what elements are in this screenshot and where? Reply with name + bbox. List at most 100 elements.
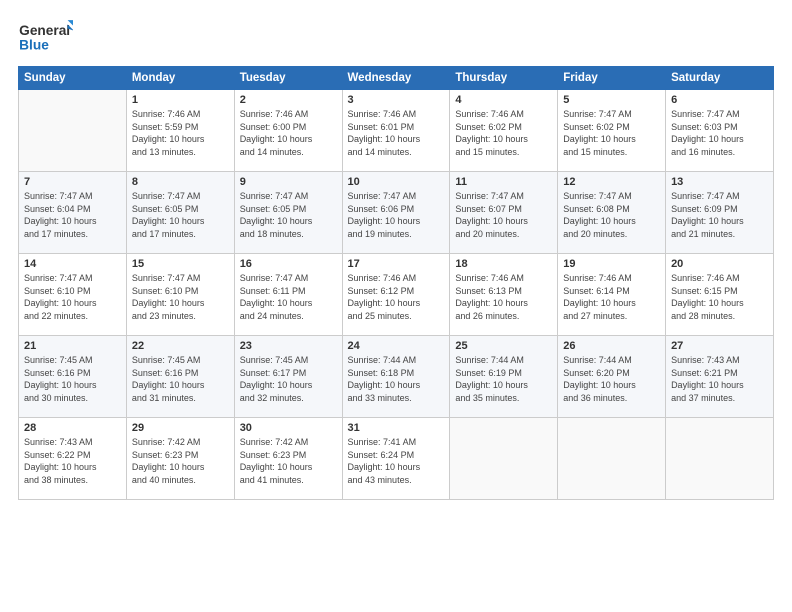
calendar-cell: 20 Sunrise: 7:46 AM Sunset: 6:15 PM Dayli… <box>666 254 774 336</box>
week-row-4: 21 Sunrise: 7:45 AM Sunset: 6:16 PM Dayli… <box>19 336 774 418</box>
day-info: Sunrise: 7:47 AM Sunset: 6:07 PM Dayligh… <box>455 190 552 240</box>
day-number: 1 <box>132 94 229 106</box>
day-number: 4 <box>455 94 552 106</box>
calendar-cell: 7 Sunrise: 7:47 AM Sunset: 6:04 PM Daylig… <box>19 172 127 254</box>
day-info: Sunrise: 7:46 AM Sunset: 6:02 PM Dayligh… <box>455 108 552 158</box>
header: General Blue <box>18 18 774 58</box>
svg-text:Blue: Blue <box>19 38 49 53</box>
calendar-cell: 5Sunrise: 7:47 AM Sunset: 6:02 PM Daylig… <box>558 90 666 172</box>
calendar-cell: 31Sunrise: 7:41 AM Sunset: 6:24 PM Dayli… <box>342 418 450 500</box>
day-number: 30 <box>240 422 337 434</box>
day-info: Sunrise: 7:44 AM Sunset: 6:20 PM Dayligh… <box>563 354 660 404</box>
day-info: Sunrise: 7:47 AM Sunset: 6:03 PM Dayligh… <box>671 108 768 158</box>
calendar-cell: 22 Sunrise: 7:45 AM Sunset: 6:16 PM Dayli… <box>126 336 234 418</box>
day-number: 19 <box>563 258 660 270</box>
day-info: Sunrise: 7:42 AM Sunset: 6:23 PM Dayligh… <box>132 436 229 486</box>
calendar-cell: 23 Sunrise: 7:45 AM Sunset: 6:17 PM Dayli… <box>234 336 342 418</box>
calendar-cell: 11 Sunrise: 7:47 AM Sunset: 6:07 PM Dayli… <box>450 172 558 254</box>
calendar-cell <box>19 90 127 172</box>
day-info: Sunrise: 7:47 AM Sunset: 6:02 PM Dayligh… <box>563 108 660 158</box>
day-number: 24 <box>348 340 445 352</box>
day-info: Sunrise: 7:47 AM Sunset: 6:05 PM Dayligh… <box>132 190 229 240</box>
day-header-saturday: Saturday <box>666 67 774 90</box>
calendar-cell: 24 Sunrise: 7:44 AM Sunset: 6:18 PM Dayli… <box>342 336 450 418</box>
calendar-cell <box>450 418 558 500</box>
day-number: 7 <box>24 176 121 188</box>
day-info: Sunrise: 7:45 AM Sunset: 6:17 PM Dayligh… <box>240 354 337 404</box>
day-info: Sunrise: 7:47 AM Sunset: 6:06 PM Dayligh… <box>348 190 445 240</box>
day-info: Sunrise: 7:47 AM Sunset: 6:08 PM Dayligh… <box>563 190 660 240</box>
week-row-5: 28 Sunrise: 7:43 AM Sunset: 6:22 PM Dayli… <box>19 418 774 500</box>
day-number: 6 <box>671 94 768 106</box>
calendar-cell: 15 Sunrise: 7:47 AM Sunset: 6:10 PM Dayli… <box>126 254 234 336</box>
calendar-cell: 16Sunrise: 7:47 AM Sunset: 6:11 PM Dayli… <box>234 254 342 336</box>
day-number: 3 <box>348 94 445 106</box>
day-info: Sunrise: 7:46 AM Sunset: 5:59 PM Dayligh… <box>132 108 229 158</box>
day-info: Sunrise: 7:46 AM Sunset: 6:13 PM Dayligh… <box>455 272 552 322</box>
calendar-cell <box>666 418 774 500</box>
day-number: 11 <box>455 176 552 188</box>
day-info: Sunrise: 7:47 AM Sunset: 6:10 PM Dayligh… <box>132 272 229 322</box>
day-info: Sunrise: 7:46 AM Sunset: 6:12 PM Dayligh… <box>348 272 445 322</box>
day-number: 14 <box>24 258 121 270</box>
calendar-cell: 30Sunrise: 7:42 AM Sunset: 6:23 PM Dayli… <box>234 418 342 500</box>
calendar-cell: 25 Sunrise: 7:44 AM Sunset: 6:19 PM Dayli… <box>450 336 558 418</box>
svg-text:General: General <box>19 23 70 38</box>
day-header-wednesday: Wednesday <box>342 67 450 90</box>
day-info: Sunrise: 7:46 AM Sunset: 6:00 PM Dayligh… <box>240 108 337 158</box>
day-info: Sunrise: 7:43 AM Sunset: 6:22 PM Dayligh… <box>24 436 121 486</box>
day-number: 15 <box>132 258 229 270</box>
logo-svg: General Blue <box>18 18 73 58</box>
calendar-cell: 8 Sunrise: 7:47 AM Sunset: 6:05 PM Daylig… <box>126 172 234 254</box>
calendar-cell <box>558 418 666 500</box>
calendar-cell: 17 Sunrise: 7:46 AM Sunset: 6:12 PM Dayli… <box>342 254 450 336</box>
week-row-2: 7 Sunrise: 7:47 AM Sunset: 6:04 PM Daylig… <box>19 172 774 254</box>
day-info: Sunrise: 7:47 AM Sunset: 6:04 PM Dayligh… <box>24 190 121 240</box>
calendar-cell: 21 Sunrise: 7:45 AM Sunset: 6:16 PM Dayli… <box>19 336 127 418</box>
calendar-cell: 14Sunrise: 7:47 AM Sunset: 6:10 PM Dayli… <box>19 254 127 336</box>
day-number: 29 <box>132 422 229 434</box>
day-number: 12 <box>563 176 660 188</box>
day-info: Sunrise: 7:43 AM Sunset: 6:21 PM Dayligh… <box>671 354 768 404</box>
day-number: 8 <box>132 176 229 188</box>
day-number: 10 <box>348 176 445 188</box>
calendar-cell: 27 Sunrise: 7:43 AM Sunset: 6:21 PM Dayli… <box>666 336 774 418</box>
week-row-3: 14 Sunrise: 7:47 AM Sunset: 6:10 PM Dayli… <box>19 254 774 336</box>
calendar: SundayMondayTuesdayWednesdayThursdayFrid… <box>18 66 774 500</box>
day-number: 27 <box>671 340 768 352</box>
day-info: Sunrise: 7:47 AM Sunset: 6:09 PM Dayligh… <box>671 190 768 240</box>
day-header-sunday: Sunday <box>19 67 127 90</box>
calendar-cell: 29 Sunrise: 7:42 AM Sunset: 6:23 PM Dayli… <box>126 418 234 500</box>
day-info: Sunrise: 7:47 AM Sunset: 6:05 PM Dayligh… <box>240 190 337 240</box>
header-row: SundayMondayTuesdayWednesdayThursdayFrid… <box>19 67 774 90</box>
page: General Blue SundayMondayTuesdayWednesda… <box>0 0 792 612</box>
day-info: Sunrise: 7:45 AM Sunset: 6:16 PM Dayligh… <box>24 354 121 404</box>
calendar-cell: 26 Sunrise: 7:44 AM Sunset: 6:20 PM Dayli… <box>558 336 666 418</box>
day-number: 13 <box>671 176 768 188</box>
day-number: 20 <box>671 258 768 270</box>
week-row-1: 1 Sunrise: 7:46 AM Sunset: 5:59 PM Daylig… <box>19 90 774 172</box>
calendar-cell: 12 Sunrise: 7:47 AM Sunset: 6:08 PM Dayli… <box>558 172 666 254</box>
day-number: 25 <box>455 340 552 352</box>
day-header-friday: Friday <box>558 67 666 90</box>
day-number: 31 <box>348 422 445 434</box>
day-number: 16 <box>240 258 337 270</box>
day-number: 18 <box>455 258 552 270</box>
day-number: 23 <box>240 340 337 352</box>
calendar-cell: 2Sunrise: 7:46 AM Sunset: 6:00 PM Daylig… <box>234 90 342 172</box>
calendar-cell: 18 Sunrise: 7:46 AM Sunset: 6:13 PM Dayli… <box>450 254 558 336</box>
calendar-cell: 1 Sunrise: 7:46 AM Sunset: 5:59 PM Daylig… <box>126 90 234 172</box>
day-number: 26 <box>563 340 660 352</box>
day-number: 28 <box>24 422 121 434</box>
day-info: Sunrise: 7:45 AM Sunset: 6:16 PM Dayligh… <box>132 354 229 404</box>
day-number: 21 <box>24 340 121 352</box>
calendar-cell: 6 Sunrise: 7:47 AM Sunset: 6:03 PM Daylig… <box>666 90 774 172</box>
day-info: Sunrise: 7:44 AM Sunset: 6:18 PM Dayligh… <box>348 354 445 404</box>
day-number: 22 <box>132 340 229 352</box>
day-info: Sunrise: 7:46 AM Sunset: 6:15 PM Dayligh… <box>671 272 768 322</box>
day-number: 17 <box>348 258 445 270</box>
day-header-thursday: Thursday <box>450 67 558 90</box>
day-info: Sunrise: 7:44 AM Sunset: 6:19 PM Dayligh… <box>455 354 552 404</box>
calendar-cell: 4 Sunrise: 7:46 AM Sunset: 6:02 PM Daylig… <box>450 90 558 172</box>
calendar-cell: 3Sunrise: 7:46 AM Sunset: 6:01 PM Daylig… <box>342 90 450 172</box>
